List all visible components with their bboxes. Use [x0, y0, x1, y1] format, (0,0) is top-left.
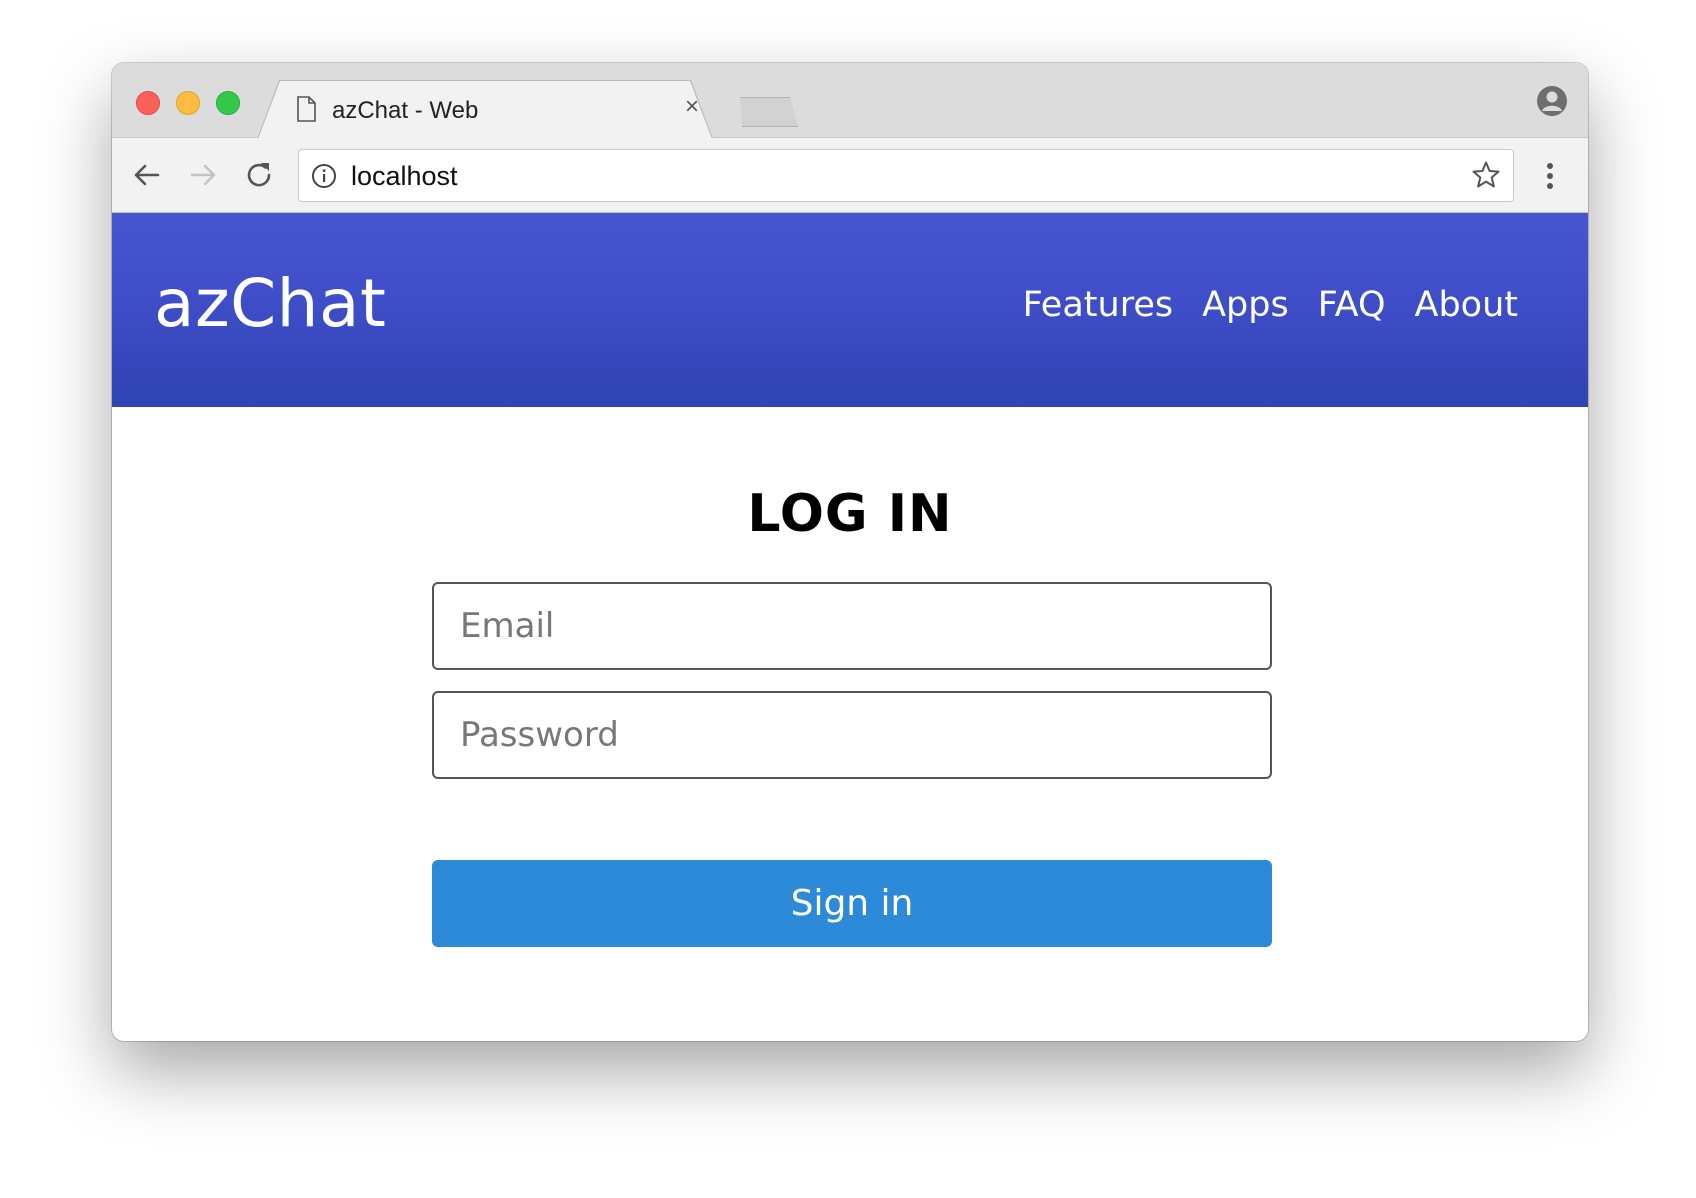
menu-icon[interactable]: [1540, 158, 1560, 194]
maximize-window-button[interactable]: [216, 91, 240, 115]
new-tab-icon[interactable]: [740, 97, 798, 127]
nav-faq[interactable]: FAQ: [1318, 285, 1386, 325]
browser-window: azChat - Web × localhost azChat Features…: [112, 63, 1588, 1041]
url-text: localhost: [351, 161, 458, 191]
back-icon[interactable]: [130, 158, 164, 192]
close-window-button[interactable]: [136, 91, 160, 115]
tab-strip: azChat - Web ×: [112, 63, 1588, 139]
nav-apps[interactable]: Apps: [1202, 285, 1289, 325]
address-bar[interactable]: localhost: [298, 149, 1514, 202]
app-header: azChat Features Apps FAQ About: [112, 213, 1588, 407]
document-icon: [297, 96, 316, 122]
browser-tab[interactable]: [258, 81, 712, 139]
brand-logo[interactable]: azChat: [154, 265, 386, 342]
password-field[interactable]: [432, 691, 1272, 779]
reload-icon[interactable]: [242, 158, 276, 192]
email-field[interactable]: [432, 582, 1272, 670]
login-title: LOG IN: [747, 484, 953, 544]
sign-in-button[interactable]: Sign in: [432, 860, 1272, 947]
tab-title: azChat - Web: [332, 97, 479, 124]
browser-toolbar: localhost: [112, 138, 1588, 213]
main-nav: Features Apps FAQ About: [1023, 285, 1518, 325]
close-icon[interactable]: ×: [685, 95, 699, 119]
minimize-window-button[interactable]: [176, 91, 200, 115]
info-icon[interactable]: [311, 163, 337, 189]
star-icon[interactable]: [1471, 160, 1501, 190]
nav-features[interactable]: Features: [1023, 285, 1174, 325]
profile-icon[interactable]: [1536, 85, 1568, 117]
forward-icon[interactable]: [186, 158, 220, 192]
nav-about[interactable]: About: [1415, 285, 1518, 325]
